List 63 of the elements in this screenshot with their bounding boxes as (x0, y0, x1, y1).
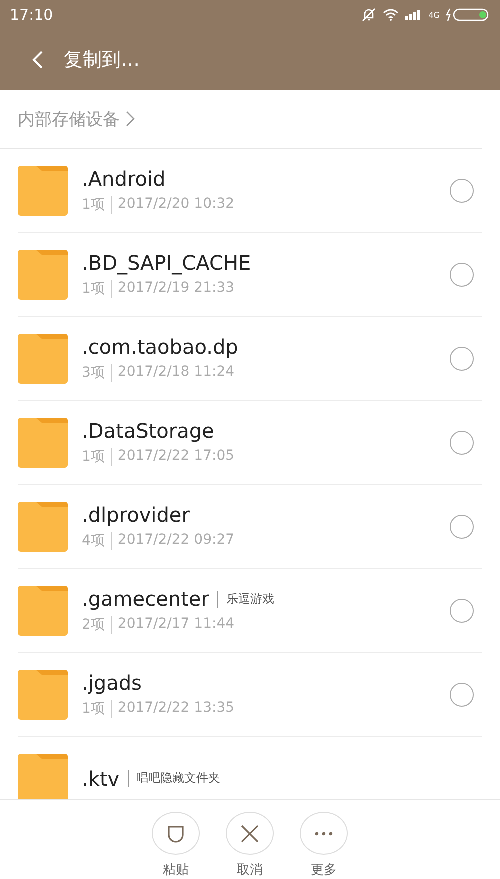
battery-icon (446, 8, 490, 22)
item-count: 4项 (82, 532, 105, 550)
modified-date: 2017/2/22 17:05 (110, 448, 235, 466)
folder-icon (18, 418, 68, 468)
radio-button[interactable] (450, 178, 474, 202)
item-count: 1项 (82, 448, 105, 466)
signal-icon (404, 10, 423, 20)
modified-date: 2017/2/22 13:35 (110, 700, 235, 718)
modified-date: 2017/2/20 10:32 (110, 196, 235, 214)
modified-date: 2017/2/18 11:24 (110, 364, 235, 382)
wifi-icon (382, 9, 399, 21)
action-label: 更多 (311, 862, 337, 879)
folder-icon (18, 586, 68, 636)
back-icon[interactable] (32, 50, 44, 70)
modified-date: 2017/2/22 09:27 (110, 532, 235, 550)
folder-name: .jgads (82, 671, 142, 695)
action-label: 粘贴 (163, 862, 189, 879)
close-icon (240, 824, 260, 844)
folder-row[interactable]: .com.taobao.dp 3项 2017/2/18 11:24 (18, 317, 482, 401)
folder-row[interactable]: .dlprovider 4项 2017/2/22 09:27 (18, 485, 482, 569)
folder-name: .dlprovider (82, 503, 190, 527)
more-icon (314, 832, 334, 836)
mute-icon (360, 8, 377, 22)
item-count: 1项 (82, 196, 105, 214)
folder-icon (18, 166, 68, 216)
folder-name: .DataStorage (82, 419, 214, 443)
cancel-button[interactable] (226, 812, 274, 855)
item-count: 1项 (82, 700, 105, 718)
folder-row[interactable]: .jgads 1项 2017/2/22 13:35 (18, 653, 482, 737)
paste-button[interactable] (152, 812, 200, 855)
folder-row[interactable]: .gamecenter 乐逗游戏 2项 2017/2/17 11:44 (18, 569, 482, 653)
radio-button[interactable] (450, 262, 474, 286)
screen-title: 复制到… (64, 48, 140, 73)
folder-tag: 唱吧隐藏文件夹 (128, 770, 221, 787)
folder-icon (18, 670, 68, 720)
folder-name: .BD_SAPI_CACHE (82, 251, 252, 275)
folder-tag: 乐逗游戏 (217, 590, 274, 608)
modified-date: 2017/2/19 21:33 (110, 280, 235, 298)
folder-icon (18, 250, 68, 300)
folder-name: .ktv (82, 766, 120, 790)
folder-row[interactable]: .BD_SAPI_CACHE 1项 2017/2/19 21:33 (18, 233, 482, 317)
action-label: 取消 (237, 862, 263, 879)
status-time: 17:10 (10, 6, 54, 24)
folder-name: .gamecenter (82, 587, 210, 611)
radio-button[interactable] (450, 430, 474, 454)
folder-name: .com.taobao.dp (82, 335, 238, 359)
item-count: 3项 (82, 364, 105, 382)
folder-row[interactable]: .Android 1项 2017/2/20 10:32 (18, 149, 482, 233)
folder-icon (18, 334, 68, 384)
radio-button[interactable] (450, 682, 474, 706)
radio-button[interactable] (450, 598, 474, 622)
modified-date: 2017/2/17 11:44 (110, 616, 235, 634)
chevron-icon (126, 111, 135, 127)
folder-icon (18, 502, 68, 552)
radio-button[interactable] (450, 346, 474, 370)
more-button[interactable] (300, 812, 348, 855)
folder-row[interactable]: .DataStorage 1项 2017/2/22 17:05 (18, 401, 482, 485)
folder-icon (18, 754, 68, 799)
item-count: 2项 (82, 616, 105, 634)
network-label: 4G (428, 10, 440, 20)
folder-name: .Android (82, 167, 166, 191)
item-count: 1项 (82, 280, 105, 298)
radio-button[interactable] (450, 514, 474, 538)
